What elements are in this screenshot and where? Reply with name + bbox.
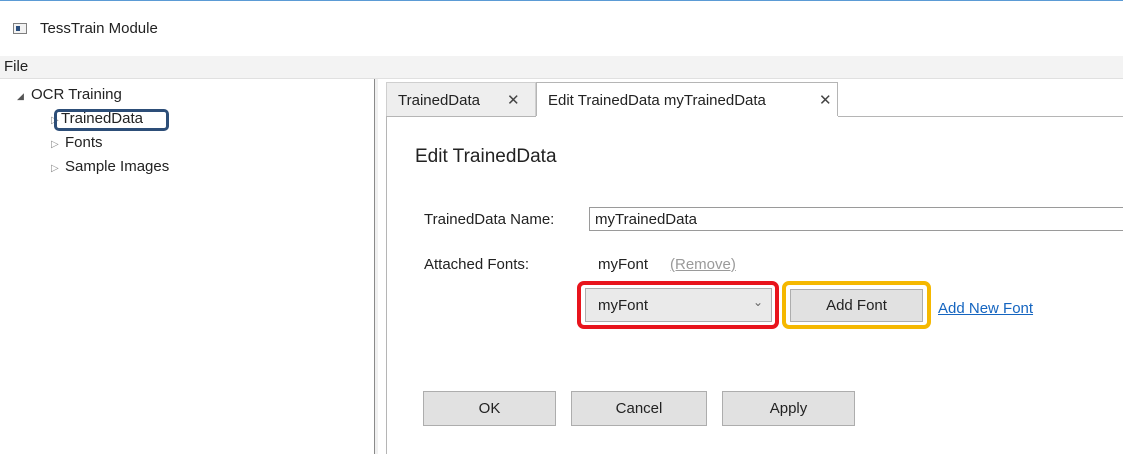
app-icon <box>13 23 27 34</box>
attached-font-name: myFont <box>598 256 649 273</box>
tab-strip: TrainedData ✕ Edit TrainedData myTrained… <box>386 82 1123 116</box>
highlight-font-select <box>577 281 779 329</box>
apply-button[interactable]: Apply <box>722 391 855 426</box>
expanded-triangle-icon[interactable]: ◢ <box>17 91 31 102</box>
ok-button[interactable]: OK <box>423 391 556 426</box>
collapsed-triangle-icon[interactable]: ▷ <box>51 163 65 174</box>
remove-font-link[interactable]: (Remove) <box>670 256 736 273</box>
tab-label: TrainedData <box>398 92 480 109</box>
tree-node-label: OCR Training <box>31 86 122 103</box>
traineddata-name-input[interactable]: myTrainedData <box>589 207 1123 231</box>
tab-divider <box>838 116 1123 117</box>
close-icon[interactable]: ✕ <box>819 91 832 109</box>
add-new-font-link[interactable]: Add New Font <box>938 300 1033 317</box>
panel-splitter[interactable] <box>374 79 378 454</box>
highlight-traineddata <box>54 109 169 131</box>
name-label: TrainedData Name: <box>424 211 555 228</box>
highlight-add-font <box>782 281 931 329</box>
tab-traineddata[interactable]: TrainedData ✕ <box>386 82 536 116</box>
close-icon[interactable]: ✕ <box>507 91 520 109</box>
tab-edit-traineddata[interactable]: Edit TrainedData myTrainedData ✕ <box>536 82 838 116</box>
tree-node-label: Sample Images <box>65 158 170 175</box>
menu-file[interactable]: File <box>2 58 30 75</box>
tab-label: Edit TrainedData myTrainedData <box>548 92 766 109</box>
editor-heading: Edit TrainedData <box>415 146 557 167</box>
attached-fonts-label: Attached Fonts: <box>424 256 530 273</box>
menu-bar: File <box>0 56 1123 79</box>
title-bar: TessTrain Module <box>0 1 1123 56</box>
tree-node-sample-images[interactable]: ▷ Sample Images <box>51 158 169 175</box>
tree-node-label: Fonts <box>65 134 103 151</box>
tree-node-fonts[interactable]: ▷ Fonts <box>51 134 103 151</box>
cancel-button[interactable]: Cancel <box>571 391 707 426</box>
tree-node-ocr-training[interactable]: ◢ OCR Training <box>17 86 122 103</box>
tab-divider <box>386 116 536 117</box>
collapsed-triangle-icon[interactable]: ▷ <box>51 139 65 150</box>
window-title: TessTrain Module <box>40 20 158 37</box>
